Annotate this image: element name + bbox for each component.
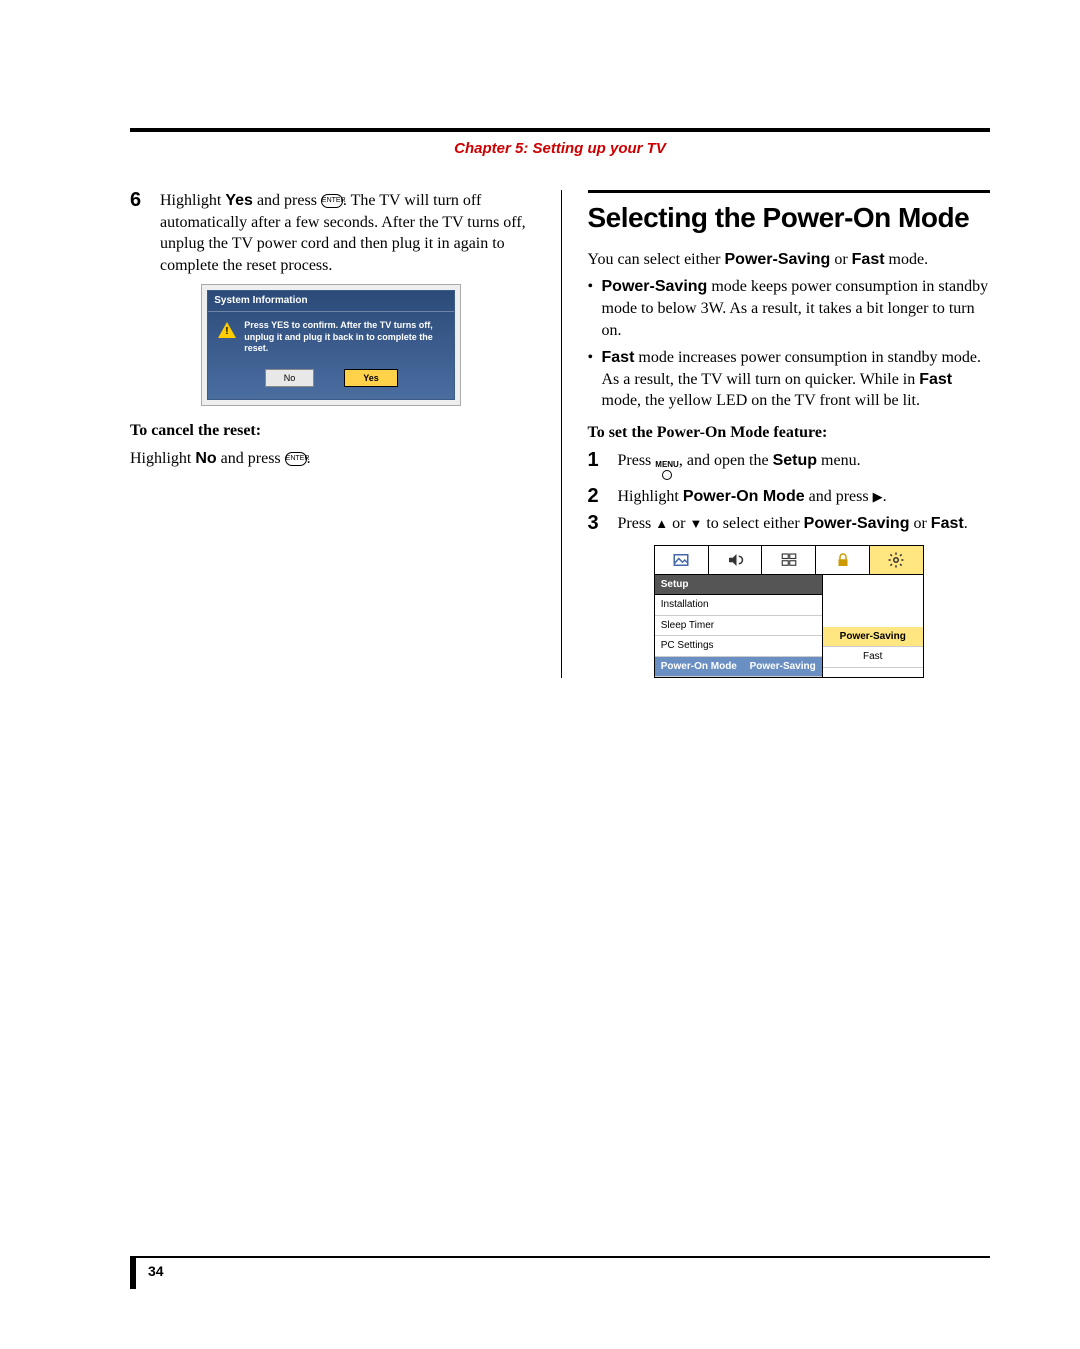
menu-row-installation[interactable]: Installation xyxy=(655,595,822,616)
enter-icon: ENTER xyxy=(285,452,307,466)
menu-body: Setup Installation Sleep Timer PC Settin… xyxy=(655,575,923,678)
page-number: 34 xyxy=(148,1263,164,1279)
footer-tab xyxy=(130,1258,136,1289)
enter-icon: ENTER xyxy=(321,194,343,208)
fast-label: Fast xyxy=(602,349,635,366)
text: . xyxy=(883,488,887,505)
two-column-layout: 6 Highlight Yes and press ENTER. The TV … xyxy=(130,190,990,678)
step-6: 6 Highlight Yes and press ENTER. The TV … xyxy=(130,190,533,276)
menu-row-power-on-mode[interactable]: Power-On Mode Power-Saving xyxy=(655,657,822,678)
mode-bullets: Power-Saving mode keeps power consumptio… xyxy=(588,276,991,412)
tab-picture-icon[interactable] xyxy=(655,546,709,574)
fast-label: Fast xyxy=(852,251,885,268)
text: or xyxy=(909,515,930,532)
menu-tab-row xyxy=(655,546,923,575)
text: mode, the yellow LED on the TV front wil… xyxy=(602,392,920,409)
chevron-up-icon: ▲ xyxy=(655,516,668,531)
chevron-right-icon: ▶ xyxy=(873,489,883,504)
option-power-saving[interactable]: Power-Saving xyxy=(823,627,923,648)
fast-label: Fast xyxy=(931,515,964,532)
step-number: 3 xyxy=(588,513,608,535)
footer-rule xyxy=(130,1256,990,1258)
bullet-power-saving: Power-Saving mode keeps power consumptio… xyxy=(588,276,991,341)
no-button[interactable]: No xyxy=(265,369,315,387)
text: and press xyxy=(217,450,285,467)
left-column: 6 Highlight Yes and press ENTER. The TV … xyxy=(130,190,533,678)
menu-left-pane: Setup Installation Sleep Timer PC Settin… xyxy=(655,575,823,678)
tab-apps-icon[interactable] xyxy=(762,546,816,574)
step-3: 3 Press ▲ or ▼ to select either Power-Sa… xyxy=(588,513,991,535)
cancel-reset-heading: To cancel the reset: xyxy=(130,420,533,442)
menu-row-pc-settings[interactable]: PC Settings xyxy=(655,636,822,657)
to-set-heading: To set the Power-On Mode feature: xyxy=(588,422,991,444)
row-value: Power-Saving xyxy=(750,660,816,674)
text: Press xyxy=(618,515,656,532)
setup-menu: Setup Installation Sleep Timer PC Settin… xyxy=(654,545,924,679)
power-saving-label: Power-Saving xyxy=(602,278,708,295)
menu-right-pane: Power-Saving Fast xyxy=(823,575,923,678)
tab-lock-icon[interactable] xyxy=(816,546,870,574)
fast-label: Fast xyxy=(919,371,952,388)
right-column: Selecting the Power-On Mode You can sele… xyxy=(561,190,991,678)
dialog-message: Press YES to confirm. After the TV turns… xyxy=(244,320,444,355)
text: Highlight xyxy=(130,450,195,467)
text: . xyxy=(307,450,311,467)
bullet-fast: Fast mode increases power consumption in… xyxy=(588,347,991,412)
section-heading: Selecting the Power-On Mode xyxy=(588,190,991,237)
spacer xyxy=(823,575,923,627)
menu-row-sleep-timer[interactable]: Sleep Timer xyxy=(655,616,822,637)
chapter-title: Chapter 5: Setting up your TV xyxy=(130,140,990,157)
menu-icon: MENU xyxy=(655,461,679,480)
system-information-dialog: System Information Press YES to confirm.… xyxy=(201,284,461,406)
text: menu. xyxy=(817,452,861,469)
no-label: No xyxy=(195,450,216,467)
step-body: Press MENU, and open the Setup menu. xyxy=(618,450,861,480)
yes-label: Yes xyxy=(225,192,253,209)
text: or xyxy=(668,515,689,532)
step-body: Highlight Yes and press ENTER. The TV wi… xyxy=(160,190,533,276)
text: and press xyxy=(805,488,873,505)
step-number: 6 xyxy=(130,190,150,276)
step-body: Press ▲ or ▼ to select either Power-Savi… xyxy=(618,513,968,535)
chevron-down-icon: ▼ xyxy=(689,516,702,531)
intro-paragraph: You can select either Power-Saving or Fa… xyxy=(588,249,991,271)
power-saving-label: Power-Saving xyxy=(804,515,910,532)
text: or xyxy=(830,251,851,268)
warning-icon xyxy=(218,322,236,338)
step-1: 1 Press MENU, and open the Setup menu. xyxy=(588,450,991,480)
text: and press xyxy=(253,192,321,209)
step-2: 2 Highlight Power-On Mode and press ▶. xyxy=(588,486,991,508)
dialog-inner: System Information Press YES to confirm.… xyxy=(207,290,455,400)
text: Highlight xyxy=(160,192,225,209)
text: . xyxy=(964,515,968,532)
dialog-title: System Information xyxy=(208,291,454,312)
tab-setup-icon[interactable] xyxy=(870,546,923,574)
text: to select either xyxy=(702,515,803,532)
power-saving-label: Power-Saving xyxy=(725,251,831,268)
setup-label: Setup xyxy=(773,452,817,469)
option-fast[interactable]: Fast xyxy=(823,647,923,668)
tab-audio-icon[interactable] xyxy=(709,546,763,574)
dialog-buttons: No Yes xyxy=(218,369,444,387)
cancel-reset-body: Highlight No and press ENTER. xyxy=(130,448,533,470)
row-label: Power-On Mode xyxy=(661,660,737,674)
text: , and open the xyxy=(679,452,773,469)
text: Highlight xyxy=(618,488,683,505)
dialog-body: Press YES to confirm. After the TV turns… xyxy=(208,312,454,399)
text: mode. xyxy=(885,251,929,268)
power-on-mode-label: Power-On Mode xyxy=(683,488,805,505)
text: Press xyxy=(618,452,656,469)
step-number: 2 xyxy=(588,486,608,508)
chapter-rule xyxy=(130,128,990,132)
step-number: 1 xyxy=(588,450,608,480)
menu-section-title: Setup xyxy=(655,575,822,596)
step-body: Highlight Power-On Mode and press ▶. xyxy=(618,486,887,508)
yes-button[interactable]: Yes xyxy=(344,369,398,387)
text: You can select either xyxy=(588,251,725,268)
